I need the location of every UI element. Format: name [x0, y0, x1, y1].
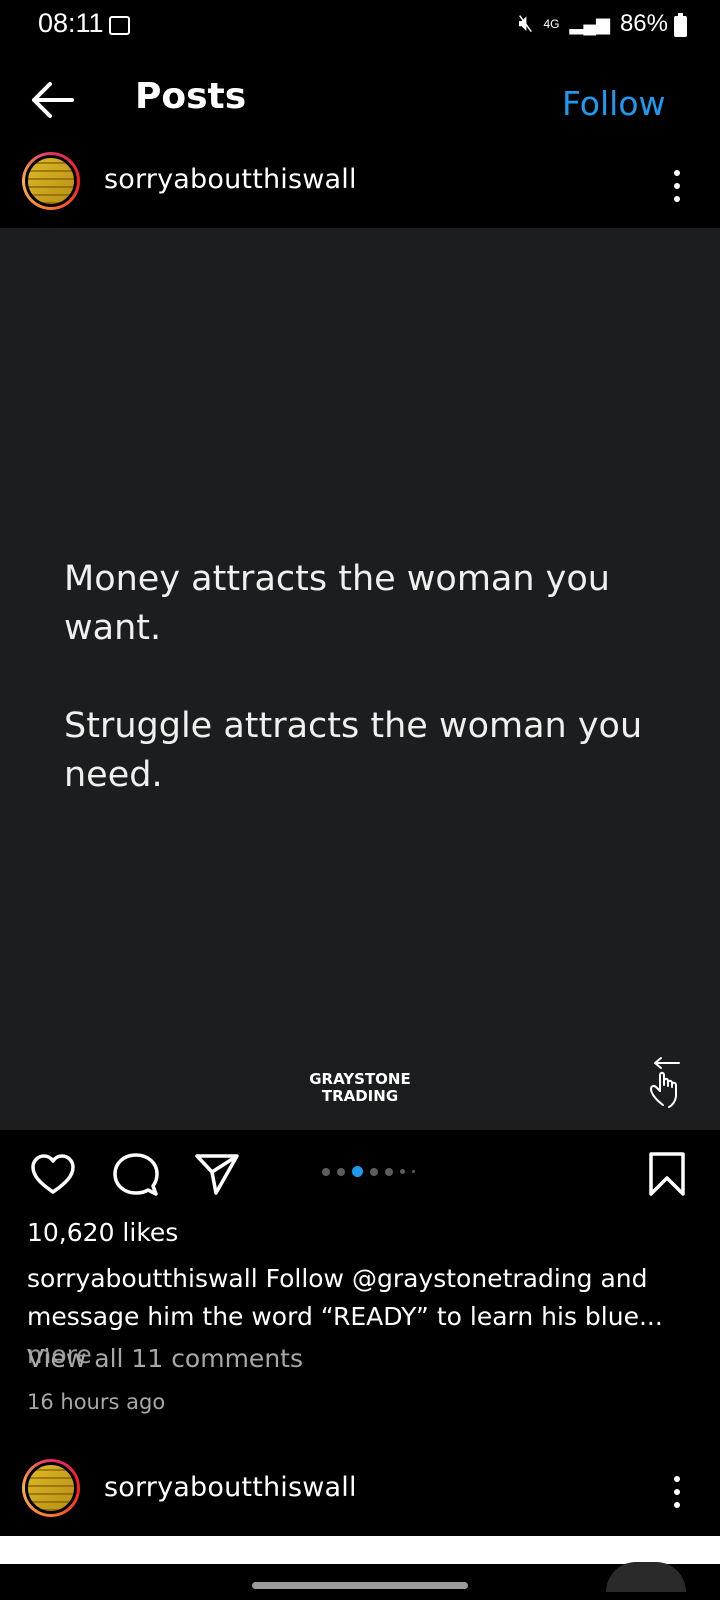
status-time: 08:11 — [38, 8, 104, 38]
quote-text: Money attracts the woman you want. Strug… — [64, 555, 684, 849]
swipe-hand-icon — [650, 1057, 680, 1108]
brand-line-2: TRADING — [321, 1087, 399, 1105]
page-title: Posts — [135, 76, 247, 117]
post-username[interactable]: sorryaboutthiswall — [104, 164, 357, 195]
brand-watermark: GRAYSTONE TRADING — [290, 1071, 430, 1105]
next-post-avatar[interactable] — [22, 1459, 80, 1517]
carousel-dot — [385, 1167, 393, 1176]
follow-button[interactable]: Follow — [562, 84, 666, 123]
carousel-dot — [352, 1166, 363, 1177]
signal-icon: ▂▄▆ — [569, 13, 610, 34]
next-post-username[interactable]: sorryaboutthiswall — [104, 1472, 357, 1503]
home-indicator[interactable] — [252, 1582, 468, 1589]
like-heart-icon[interactable] — [30, 1153, 76, 1195]
quote-line-2: Struggle attracts the woman you need. — [64, 706, 643, 795]
avatar[interactable] — [22, 152, 80, 210]
image-notification-icon — [109, 16, 130, 35]
post-timestamp: 16 hours ago — [27, 1390, 166, 1414]
carousel-dot — [337, 1167, 345, 1176]
next-post-more-options-icon[interactable] — [673, 1476, 681, 1515]
status-indicators: 🔇︎ 4G ▂▄▆ 86% — [518, 10, 668, 38]
battery-icon — [674, 16, 687, 37]
save-bookmark-icon[interactable] — [648, 1151, 686, 1197]
comment-icon[interactable] — [113, 1152, 159, 1198]
more-options-icon[interactable] — [673, 170, 681, 209]
carousel-indicator — [322, 1166, 415, 1177]
brand-line-1: GRAYSTONE — [309, 1070, 411, 1088]
quote-line-1: Money attracts the woman you want. — [64, 559, 610, 648]
carousel-dot — [412, 1170, 415, 1173]
view-comments-link[interactable]: View all 11 comments — [27, 1344, 303, 1373]
carousel-dot — [400, 1169, 405, 1174]
back-arrow-icon[interactable] — [30, 80, 74, 120]
caption-username[interactable]: sorryaboutthiswall — [27, 1264, 258, 1293]
share-send-icon[interactable] — [194, 1152, 240, 1196]
carousel-dot — [370, 1167, 378, 1176]
next-post-image-edge — [0, 1536, 720, 1564]
network-type: 4G — [543, 17, 560, 31]
battery-percent: 86% — [619, 10, 668, 37]
likes-count[interactable]: 10,620 likes — [27, 1218, 178, 1247]
carousel-dot — [322, 1167, 330, 1176]
mute-icon: 🔇︎ — [518, 10, 534, 37]
